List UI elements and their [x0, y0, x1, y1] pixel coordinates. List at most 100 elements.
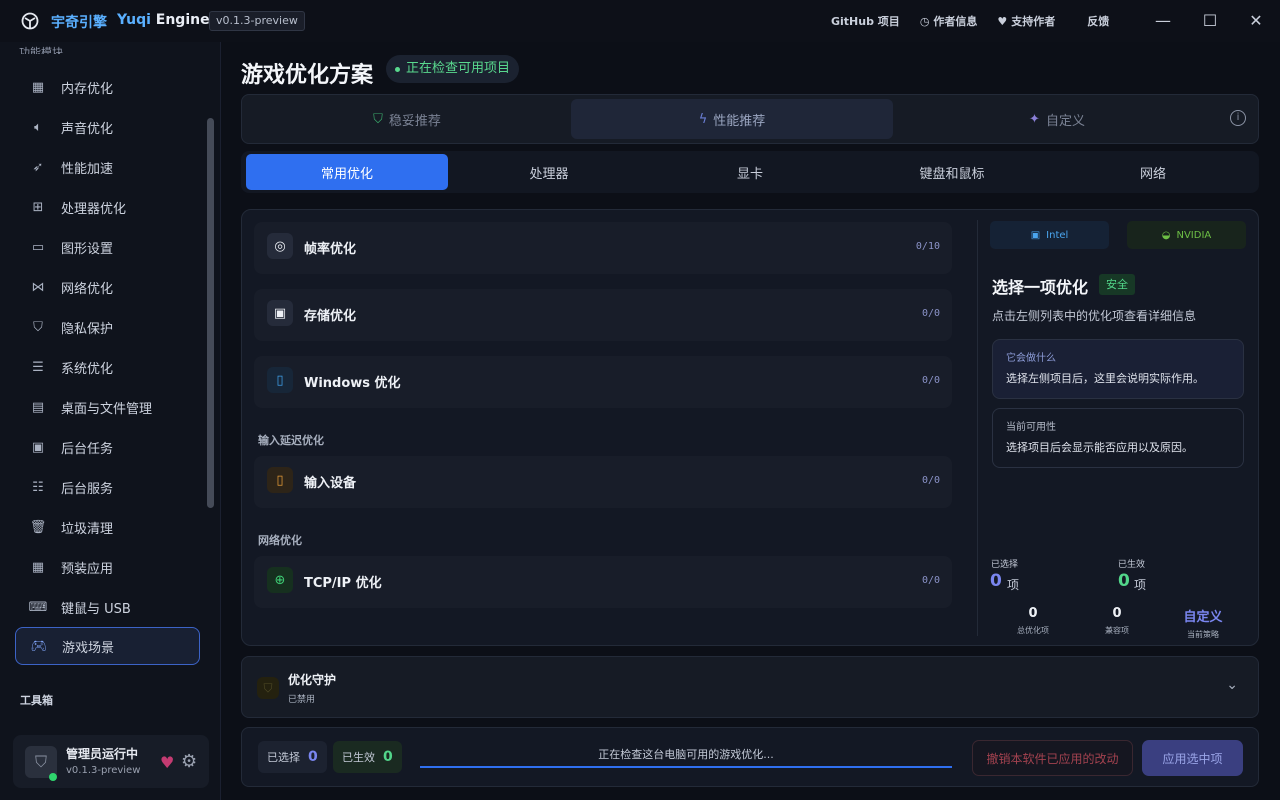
gamepad-icon: 🎮︎: [30, 638, 48, 654]
sidebar-item-cpu[interactable]: ⊞ 处理器优化: [15, 188, 200, 226]
selected-count-chip: 已选择 0: [258, 741, 327, 773]
author-info-link[interactable]: ◷ 作者信息: [920, 13, 978, 29]
sidebar-scrollbar[interactable]: [207, 118, 214, 508]
app-name-en: Yuqi Engine: [117, 12, 210, 28]
detail-subtitle: 点击左侧列表中的优化项查看详细信息: [992, 309, 1197, 323]
sidebar-item-privacy[interactable]: ⛉ 隐私保护: [15, 308, 200, 346]
what-it-does-box: 它会做什么 选择左侧项目后，这里会说明实际作用。: [992, 339, 1244, 399]
progress-text: 正在检查这台电脑可用的游戏优化...: [598, 748, 774, 761]
sidebar-item-memory[interactable]: ▦ 内存优化: [15, 68, 200, 106]
apps-grid-icon: ▦: [31, 559, 45, 575]
tab-network[interactable]: 网络: [1052, 154, 1254, 190]
group-storage[interactable]: ▣ 存储优化 0/0: [254, 289, 952, 341]
usb-icon: ⌨: [28, 599, 48, 615]
maximize-icon[interactable]: ☐: [1200, 11, 1220, 31]
tab-common[interactable]: 常用优化: [246, 154, 448, 190]
online-indicator: [49, 773, 57, 781]
total-items-stat: 0 总优化项: [1017, 606, 1049, 635]
sidebar: 功能模块 ▦ 内存优化 🔈︎ 声音优化 ➶ 性能加速 ⊞ 处理器优化 ▭ 图形设置 ⋈ 网络…: [0, 42, 221, 800]
info-icon[interactable]: i: [1230, 110, 1246, 126]
sidebar-item-desktop-files[interactable]: ▤ 桌面与文件管理: [15, 388, 200, 426]
calendar-icon: ▣: [31, 439, 45, 455]
sidebar-item-cleanup[interactable]: 🗑︎ 垃圾清理: [15, 508, 200, 546]
selected-stat-value: 0: [990, 571, 1002, 591]
sliders-icon: ☰: [32, 359, 44, 375]
globe-icon: ⊕: [267, 567, 293, 593]
group-framerate[interactable]: ◎ 帧率优化 0/10: [254, 222, 952, 274]
shield-icon: ⛉: [373, 111, 383, 127]
compatible-items-stat: 0 兼容项: [1105, 606, 1129, 635]
revert-button[interactable]: 撤销本软件已应用的改动: [972, 740, 1133, 776]
sparkle-icon: ✦: [1029, 111, 1040, 127]
vendor-intel-button[interactable]: ▣ Intel: [990, 221, 1109, 249]
effective-stat-label: 已生效: [1118, 560, 1146, 570]
shield-icon: ⛉: [34, 752, 47, 771]
bottom-action-bar: 已选择 0 已生效 0 正在检查这台电脑可用的游戏优化... 撤销本软件已应用的改动…: [241, 727, 1259, 787]
panel-divider: [977, 220, 978, 636]
chip-icon: ▣: [1030, 229, 1041, 241]
group-count: 0/0: [921, 308, 940, 319]
monitor-icon: ▭: [31, 239, 45, 255]
selected-stat-unit: 项: [1007, 578, 1020, 592]
gear-icon[interactable]: ⚙: [181, 751, 197, 772]
group-windows[interactable]: ▯ Windows 优化 0/0: [254, 356, 952, 408]
group-input-devices[interactable]: ▯ 输入设备 0/0: [254, 456, 952, 508]
sidebar-item-background-tasks[interactable]: ▣ 后台任务: [15, 428, 200, 466]
heart-icon: ♥: [997, 14, 1008, 28]
status-badge: 正在检查可用项目: [386, 55, 520, 83]
minimize-icon[interactable]: —: [1153, 11, 1173, 31]
mode-custom[interactable]: ✦ 自定义: [896, 99, 1218, 139]
safety-badge: 安全: [1099, 274, 1135, 295]
speaker-icon: 🔈︎: [34, 119, 42, 135]
status-dot-icon: [395, 66, 400, 72]
progress-bar: [420, 766, 952, 768]
sidebar-item-system[interactable]: ☰ 系统优化: [15, 348, 200, 386]
sidebar-item-keyboard-usb[interactable]: ⌨ 键鼠与 USB: [15, 588, 200, 626]
page-title: 游戏优化方案: [241, 63, 374, 88]
tab-keyboard-mouse[interactable]: 键盘和鼠标: [851, 154, 1053, 190]
toolbox-heading: 工具箱: [20, 694, 53, 707]
support-author-link[interactable]: ♥ 支持作者: [997, 13, 1055, 29]
group-count: 0/0: [921, 375, 940, 386]
bolt-icon: ϟ: [698, 111, 708, 127]
detail-title: 选择一项优化: [992, 278, 1089, 297]
app-logo-icon: [21, 12, 39, 30]
guard-status: 已禁用: [288, 695, 316, 705]
tab-processor[interactable]: 处理器: [448, 154, 650, 190]
optimization-guard[interactable]: ⛉ 优化守护 已禁用 ⌄: [241, 656, 1259, 718]
heart-icon[interactable]: ♥: [160, 753, 174, 772]
group-tcpip[interactable]: ⊕ TCP/IP 优化 0/0: [254, 556, 952, 608]
version-badge: v0.1.3-preview: [209, 11, 305, 31]
gamepad-icon: ◒: [1161, 229, 1171, 241]
sidebar-item-background-services[interactable]: ☷ 后台服务: [15, 468, 200, 506]
save-icon: ▣: [267, 300, 293, 326]
apply-button[interactable]: 应用选中项: [1142, 740, 1243, 776]
vendor-nvidia-button[interactable]: ◒ NVIDIA: [1127, 221, 1246, 249]
sidebar-item-game-scene[interactable]: 🎮︎ 游戏场景: [15, 627, 200, 665]
memory-icon: ▦: [31, 79, 45, 95]
title-bar: 宇奇引擎 Yuqi Engine v0.1.3-preview GitHub 项…: [0, 0, 1280, 42]
user-version: v0.1.3-preview: [66, 765, 141, 776]
mode-performance[interactable]: ϟ 性能推荐: [571, 99, 893, 139]
sidebar-item-graphics[interactable]: ▭ 图形设置: [15, 228, 200, 266]
selected-stat-label: 已选择: [991, 560, 1019, 570]
trash-icon: 🗑︎: [29, 519, 47, 535]
sidebar-heading: 功能模块: [19, 46, 63, 54]
shield-icon: ⛉: [33, 319, 43, 335]
sidebar-item-network[interactable]: ⋈ 网络优化: [15, 268, 200, 306]
chevron-down-icon[interactable]: ⌄: [1226, 677, 1238, 693]
sidebar-item-sound[interactable]: 🔈︎ 声音优化: [15, 108, 200, 146]
title-links: GitHub 项目 ◷ 作者信息 ♥ 支持作者 反馈: [831, 13, 1129, 29]
close-icon[interactable]: ✕: [1246, 11, 1266, 31]
github-link[interactable]: GitHub 项目: [831, 13, 900, 29]
tab-gpu[interactable]: 显卡: [649, 154, 851, 190]
effective-count-chip: 已生效 0: [333, 741, 402, 773]
section-network: 网络优化: [258, 534, 302, 547]
mode-stable[interactable]: ⛉ 稳妥推荐: [246, 99, 568, 139]
sidebar-item-preinstalled-apps[interactable]: ▦ 预装应用: [15, 548, 200, 586]
feedback-link[interactable]: 反馈: [1087, 13, 1109, 29]
optimization-panel: ◎ 帧率优化 0/10 ▣ 存储优化 0/0 ▯ Windows 优化 0/0 …: [241, 209, 1259, 646]
user-panel: ⛉ 管理员运行中 v0.1.3-preview ♥ ⚙: [13, 735, 209, 788]
sidebar-item-performance[interactable]: ➶ 性能加速: [15, 148, 200, 186]
group-count: 0/0: [921, 475, 940, 486]
